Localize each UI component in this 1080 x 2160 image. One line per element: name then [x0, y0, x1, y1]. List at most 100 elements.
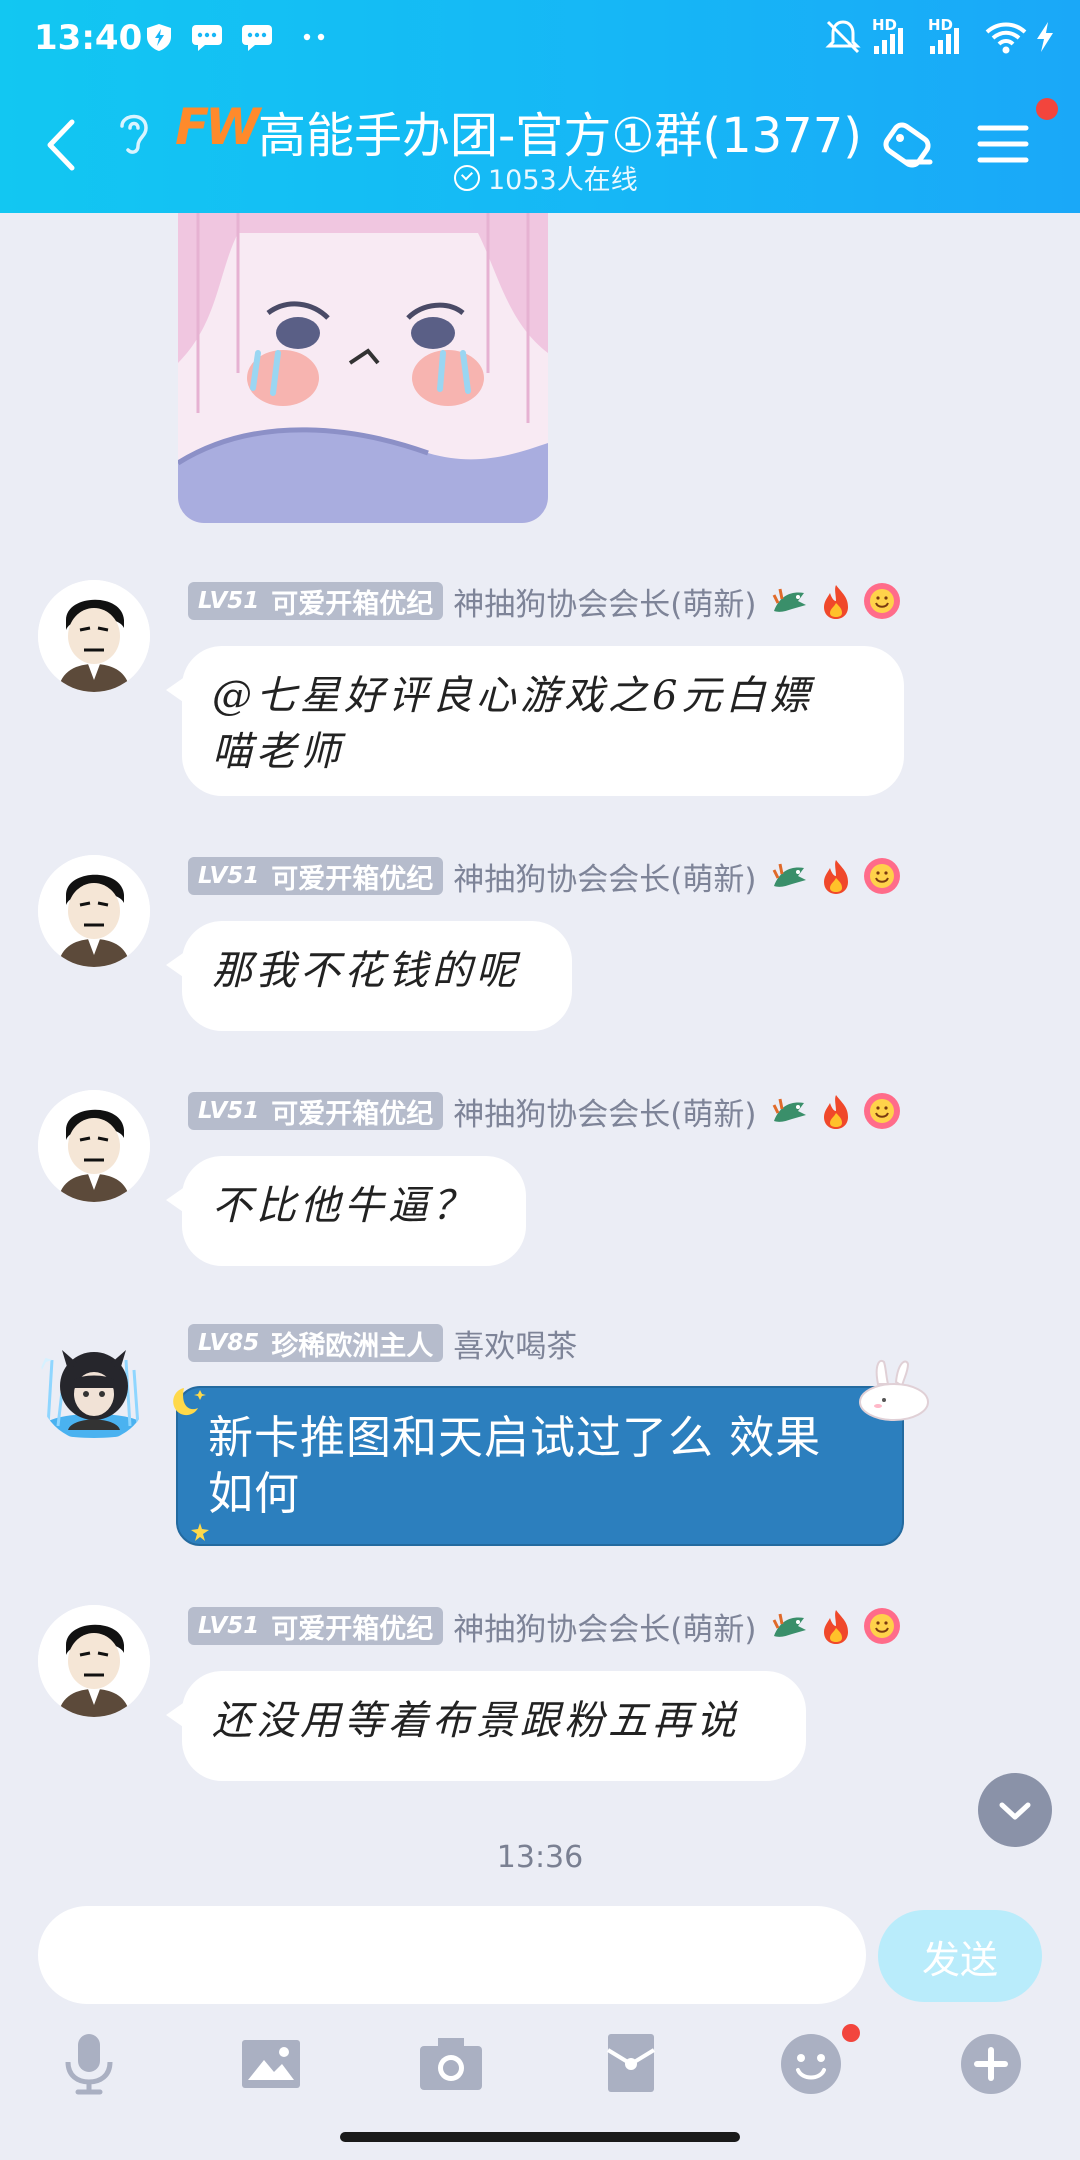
shield-bolt-icon [147, 24, 171, 51]
level-badge[interactable]: LV85 珍稀欧洲主人 [188, 1324, 444, 1362]
level-badge[interactable]: LV51 可爱开箱优纪 [188, 1092, 444, 1130]
sender-honor: 喜欢喝茶 [453, 1328, 578, 1365]
message-line: @七星好评良心游戏之6元白嫖 [212, 673, 814, 719]
emoji-notification-dot [842, 2024, 860, 2042]
man-avatar-icon [38, 1605, 150, 1717]
sticker-image[interactable] [178, 213, 548, 523]
status-bar: 13:40 HD HD [0, 0, 1080, 75]
badge-group [770, 581, 902, 621]
sender-meta: LV51 可爱开箱优纪 神抽狗协会会长(萌新) [188, 1605, 902, 1648]
level-number: LV51 [198, 1613, 260, 1639]
message-line: 新卡推图和天启试过了么 效果 [208, 1411, 822, 1464]
fire-badge-icon[interactable] [816, 1091, 856, 1131]
scroll-to-bottom-button[interactable] [978, 1773, 1052, 1847]
title-bar: FW 高能手办团-官方①群(1377) 1053人在线 [0, 80, 1080, 213]
badge-group [770, 1606, 902, 1646]
level-badge[interactable]: LV51 可爱开箱优纪 [188, 857, 444, 895]
message-input[interactable] [38, 1906, 866, 2004]
signal-icon-1 [874, 28, 903, 54]
message-bubble[interactable]: @七星好评良心游戏之6元白嫖 喵老师 [166, 646, 904, 796]
smile-flower-badge-icon[interactable] [862, 856, 902, 896]
microphone-icon[interactable] [54, 2028, 124, 2098]
avatar[interactable] [38, 1090, 150, 1202]
image-icon[interactable] [236, 2028, 306, 2098]
level-number: LV85 [198, 1330, 260, 1356]
level-badge[interactable]: LV51 可爱开箱优纪 [188, 1607, 444, 1645]
sender-meta: LV51 可爱开箱优纪 神抽狗协会会长(萌新) [188, 580, 902, 623]
crying-girl-sticker [178, 213, 548, 523]
dragon-badge-icon[interactable] [770, 856, 810, 896]
message-icon [192, 25, 222, 51]
avatar[interactable] [38, 1330, 150, 1442]
group-title[interactable]: 高能手办团-官方①群(1377) [258, 96, 862, 166]
message-text: 那我不花钱的呢 [212, 948, 520, 994]
smile-flower-badge-icon[interactable] [862, 581, 902, 621]
ear-mode-icon[interactable] [112, 106, 156, 158]
level-number: LV51 [198, 863, 260, 889]
sender-honor: 神抽狗协会会长(萌新) [453, 586, 757, 623]
sender-name: 珍稀欧洲主人 [271, 1330, 434, 1362]
dragon-badge-icon[interactable] [770, 1091, 810, 1131]
home-indicator[interactable] [340, 2132, 740, 2142]
charging-bolt-icon [1037, 22, 1053, 52]
menu-icon[interactable] [976, 120, 1030, 168]
message-bubble[interactable]: 还没用等着布景跟粉五再说 [166, 1671, 806, 1781]
message-bubble[interactable]: 那我不花钱的呢 [166, 921, 572, 1031]
man-avatar-icon [38, 855, 150, 967]
red-packet-icon[interactable] [596, 2028, 666, 2098]
dragon-badge-icon[interactable] [770, 581, 810, 621]
emoji-icon[interactable] [776, 2028, 846, 2098]
avatar[interactable] [38, 1605, 150, 1717]
man-avatar-icon [38, 580, 150, 692]
sender-honor: 神抽狗协会会长(萌新) [453, 1096, 757, 1133]
sender-name: 可爱开箱优纪 [271, 588, 434, 620]
group-tag-icon[interactable] [876, 116, 940, 180]
online-status: 1053人在线 [454, 158, 638, 197]
sender-name: 可爱开箱优纪 [271, 1098, 434, 1130]
online-check-icon [454, 164, 480, 191]
chevron-down-icon [999, 1802, 1031, 1820]
sender-meta: LV51 可爱开箱优纪 神抽狗协会会长(萌新) [188, 855, 902, 898]
message-text: 还没用等着布景跟粉五再说 [212, 1698, 740, 1744]
signal-icon-2 [930, 28, 959, 54]
dragon-badge-icon[interactable] [770, 1606, 810, 1646]
sender-meta: LV85 珍稀欧洲主人 喜欢喝茶 [188, 1322, 578, 1365]
smile-flower-badge-icon[interactable] [862, 1606, 902, 1646]
chat-header: 13:40 HD HD FW 高能手办团-官方①群(1377) 1053人在线 [0, 0, 1080, 213]
message-text: 不比他牛逼？ [212, 1183, 476, 1229]
message-icon-2 [242, 25, 272, 51]
message-bubble-special[interactable]: 新卡推图和天启试过了么 效果 如何 [176, 1386, 904, 1546]
level-number: LV51 [198, 588, 260, 614]
sender-honor: 神抽狗协会会长(萌新) [453, 1611, 757, 1648]
fire-badge-icon[interactable] [816, 581, 856, 621]
message-line: 如何 [208, 1467, 301, 1520]
dark-hair-boy-avatar-icon [40, 1350, 144, 1438]
fire-badge-icon[interactable] [816, 1606, 856, 1646]
avatar[interactable] [38, 580, 150, 692]
fire-badge-icon[interactable] [816, 856, 856, 896]
message-bubble[interactable]: 不比他牛逼？ [166, 1156, 526, 1266]
moon-star-icon [173, 1388, 206, 1416]
group-logo: FW [175, 98, 260, 156]
back-arrow-icon[interactable] [36, 110, 96, 180]
send-button[interactable]: 发送 [878, 1910, 1042, 2002]
composer-toolbar [0, 2020, 1080, 2120]
status-time: 13:40 [34, 18, 143, 58]
sender-meta: LV51 可爱开箱优纪 神抽狗协会会长(萌新) [188, 1090, 902, 1133]
avatar[interactable] [38, 855, 150, 967]
more-notifications-icon [303, 33, 325, 41]
badge-group [770, 856, 902, 896]
camera-icon[interactable] [416, 2028, 486, 2098]
level-badge[interactable]: LV51 可爱开箱优纪 [188, 582, 444, 620]
star-icon [191, 1523, 209, 1541]
sender-honor: 神抽狗协会会长(萌新) [453, 861, 757, 898]
level-number: LV51 [198, 1098, 260, 1124]
message-timestamp: 13:36 [496, 1840, 584, 1875]
smile-flower-badge-icon[interactable] [862, 1091, 902, 1131]
man-avatar-icon [38, 1090, 150, 1202]
sender-name: 可爱开箱优纪 [271, 1613, 434, 1645]
rabbit-sticker-icon [859, 1359, 929, 1421]
wifi-icon [985, 22, 1027, 54]
mute-bell-icon [825, 20, 861, 54]
add-icon[interactable] [956, 2028, 1026, 2098]
